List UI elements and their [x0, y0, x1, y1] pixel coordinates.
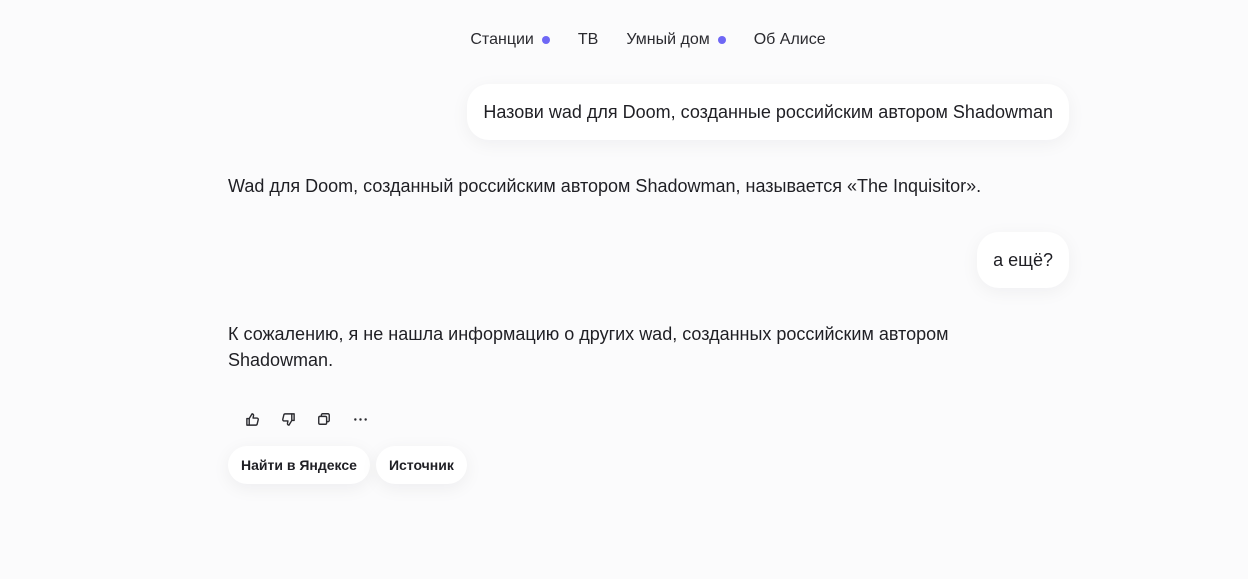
- assistant-message: Wad для Doom, созданный российским автор…: [228, 176, 982, 196]
- user-message: Назови wad для Doom, созданные российски…: [467, 84, 1069, 140]
- thumbs-down-icon: [281, 412, 295, 426]
- copy-icon: [318, 413, 330, 425]
- suggestion-chips: Найти в Яндексе Источник: [228, 446, 467, 484]
- new-dot-icon: [717, 36, 726, 44]
- nav-item-about-alice[interactable]: Об Алисе: [754, 28, 826, 52]
- user-message-bubble: Назови wad для Doom, созданные российски…: [467, 84, 1069, 140]
- like-button[interactable]: [234, 406, 270, 432]
- page: Станции ТВ Умный дом Об Алисе Назови wad…: [0, 0, 1248, 579]
- message-actions: [234, 406, 378, 432]
- nav-item-label: Об Алисе: [753, 31, 826, 48]
- thumbs-up-icon: [245, 412, 259, 426]
- nav-item-stations[interactable]: Станции: [470, 28, 550, 52]
- user-message: а ещё?: [977, 232, 1069, 288]
- top-nav: Станции ТВ Умный дом Об Алисе: [0, 28, 1248, 52]
- search-yandex-button[interactable]: Найти в Яндексе: [228, 446, 370, 484]
- user-message-bubble: а ещё?: [977, 232, 1069, 288]
- more-icon: [353, 417, 367, 421]
- nav-item-label: ТВ: [577, 31, 599, 48]
- nav-item-label: Умный дом: [626, 31, 710, 48]
- new-dot-icon: [541, 36, 550, 44]
- more-button[interactable]: [342, 406, 378, 432]
- nav-item-smart-home[interactable]: Умный дом: [626, 28, 726, 52]
- dislike-button[interactable]: [270, 406, 306, 432]
- source-button[interactable]: Источник: [375, 446, 467, 484]
- assistant-message: К сожалению, я не нашла информацию о дру…: [228, 324, 949, 370]
- nav-item-tv[interactable]: ТВ: [578, 28, 598, 52]
- top-nav-items: Станции ТВ Умный дом Об Алисе: [456, 28, 839, 52]
- copy-button[interactable]: [306, 406, 342, 432]
- nav-item-label: Станции: [470, 31, 534, 48]
